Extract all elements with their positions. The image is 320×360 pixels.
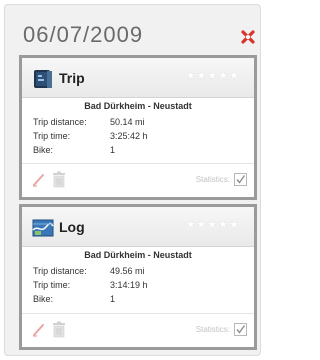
detail-row: Bike: 1 (33, 292, 148, 306)
checkmark-icon (236, 325, 246, 334)
trip-card: Trip ★★★★★ Bad Dürkheim - Neustadt Trip … (19, 55, 257, 200)
detail-value: 1 (110, 145, 116, 155)
detail-value: 3:25:42 h (110, 131, 148, 141)
detail-row: Trip distance: 49.56 mi (33, 264, 148, 278)
detail-label: Trip time: (33, 280, 71, 290)
route-name: Bad Dürkheim - Neustadt (84, 101, 192, 111)
log-card-title: Log (59, 219, 85, 235)
trash-icon[interactable] (52, 171, 66, 188)
detail-row: Bike: 1 (33, 143, 148, 157)
close-icon[interactable] (240, 29, 256, 45)
statistics-label: Statistics: (195, 175, 230, 184)
detail-label: Trip distance: (33, 266, 87, 276)
detail-label: Trip time: (33, 131, 71, 141)
checkmark-icon (236, 175, 246, 184)
rating-stars[interactable]: ★★★★★ (186, 218, 240, 231)
trash-icon[interactable] (52, 321, 66, 338)
detail-row: Trip time: 3:14:19 h (33, 278, 148, 292)
detail-label: Bike: (33, 145, 54, 155)
edit-pencil-icon[interactable] (31, 322, 47, 338)
date-title: 06/07/2009 (23, 22, 144, 47)
detail-value: 49.56 mi (110, 266, 145, 276)
detail-value: 1 (110, 294, 116, 304)
trip-details: Trip distance: 50.14 mi Trip time: 3:25:42… (33, 115, 148, 157)
statistics-label: Statistics: (195, 325, 230, 334)
detail-value: 3:14:19 h (110, 280, 148, 290)
log-card-footer: Statistics: (22, 313, 254, 347)
trip-card-header: Trip ★★★★★ (22, 58, 254, 98)
statistics-checkbox[interactable] (234, 173, 247, 186)
log-details: Trip distance: 49.56 mi Trip time: 3:14:19… (33, 264, 148, 306)
detail-label: Trip distance: (33, 117, 87, 127)
trip-card-footer: Statistics: (22, 163, 254, 197)
log-card-header: Log ★★★★★ (22, 207, 254, 247)
log-card: Log ★★★★★ Bad Dürkheim - Neustadt Trip d… (19, 204, 257, 350)
detail-row: Trip time: 3:25:42 h (33, 129, 148, 143)
trip-card-title: Trip (59, 70, 85, 86)
edit-pencil-icon[interactable] (31, 172, 47, 188)
trip-book-icon (34, 70, 52, 88)
rating-stars[interactable]: ★★★★★ (186, 69, 240, 82)
log-map-icon (32, 219, 54, 237)
detail-value: 50.14 mi (110, 117, 145, 127)
statistics-checkbox[interactable] (234, 323, 247, 336)
detail-label: Bike: (33, 294, 54, 304)
detail-row: Trip distance: 50.14 mi (33, 115, 148, 129)
route-name: Bad Dürkheim - Neustadt (84, 250, 192, 260)
